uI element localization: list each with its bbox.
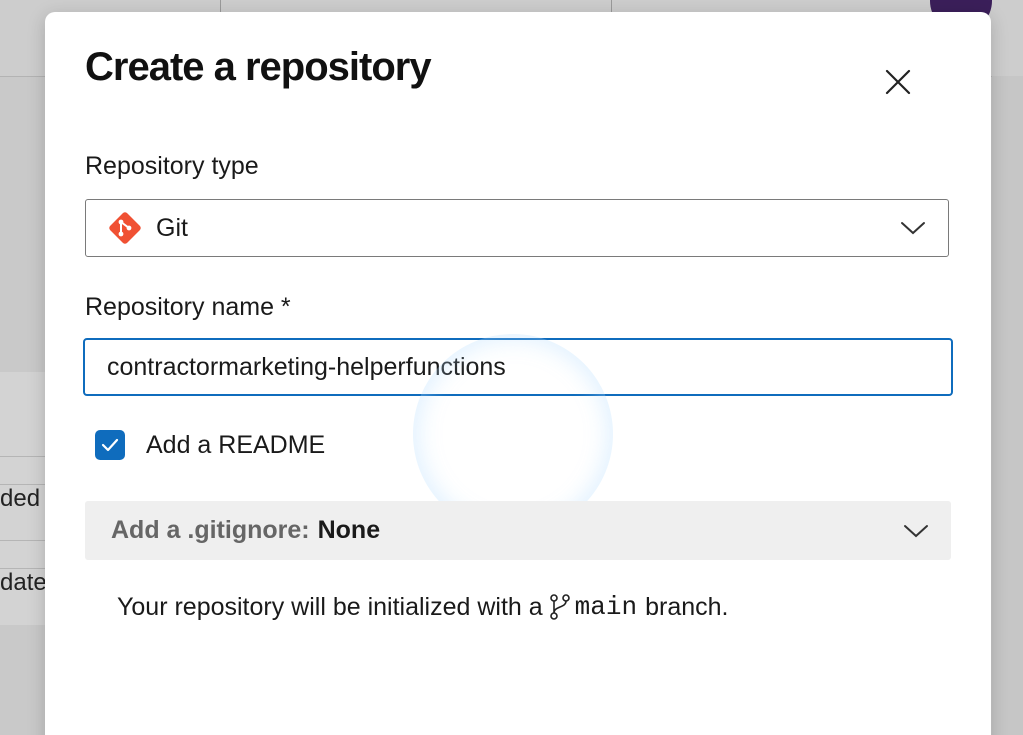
close-button[interactable]: [880, 64, 916, 100]
repository-type-value: Git: [156, 213, 188, 242]
repository-type-select[interactable]: Git: [85, 199, 949, 257]
checkmark-icon: [101, 438, 119, 452]
branch-icon: [549, 594, 570, 620]
repository-type-label: Repository type: [85, 152, 259, 180]
readme-label: Add a README: [146, 430, 326, 459]
branch-info: Your repository will be initialized with…: [117, 592, 728, 622]
chevron-down-icon: [901, 222, 925, 235]
chevron-down-icon: [904, 524, 928, 537]
gitignore-value: None: [317, 516, 381, 544]
branch-name: main: [574, 592, 638, 622]
branch-info-prefix: Your repository will be initialized with…: [117, 592, 543, 621]
add-readme-checkbox-row[interactable]: Add a README: [95, 430, 325, 460]
dialog-title: Create a repository: [85, 45, 432, 89]
repository-name-label: Repository name *: [85, 293, 291, 321]
readme-checkbox[interactable]: [95, 430, 125, 460]
gitignore-select[interactable]: Add a .gitignore: None: [85, 501, 951, 560]
branch-info-suffix: branch.: [645, 592, 729, 621]
gitignore-label: Add a .gitignore:: [111, 516, 310, 544]
close-icon: [885, 69, 911, 95]
repository-name-input[interactable]: [83, 338, 953, 396]
create-repository-dialog: Create a repository Repository type Git …: [45, 12, 991, 735]
background-right: [992, 76, 1023, 735]
git-icon: [109, 212, 141, 244]
